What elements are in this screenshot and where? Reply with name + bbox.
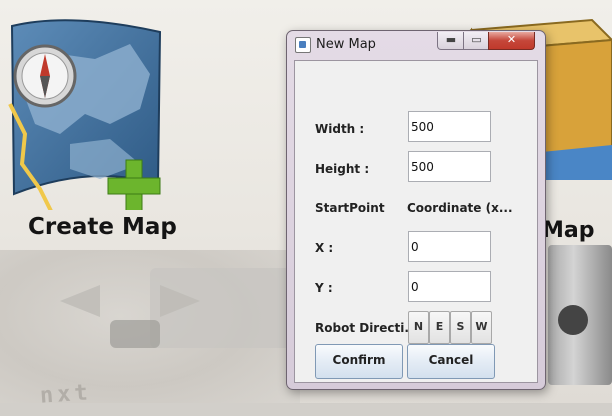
direction-west-button[interactable]: W: [471, 311, 492, 344]
minimize-button[interactable]: ▬: [437, 32, 465, 50]
height-label: Height :: [315, 162, 370, 176]
robot-icon: [548, 245, 612, 385]
y-label: Y :: [315, 281, 333, 295]
close-button[interactable]: ✕: [488, 32, 535, 50]
nxt-enter-button: [110, 320, 160, 348]
load-map-label[interactable]: Map: [542, 218, 595, 243]
width-label: Width :: [315, 122, 365, 136]
confirm-button[interactable]: Confirm: [315, 344, 403, 379]
cancel-button[interactable]: Cancel: [407, 344, 495, 379]
coordinate-label: Coordinate (x...: [407, 201, 513, 215]
dialog-content: Width : Height : StartPoint Coordinate (…: [294, 60, 538, 383]
maximize-button[interactable]: ▭: [463, 32, 490, 50]
startpoint-label: StartPoint: [315, 201, 385, 215]
height-field[interactable]: [408, 151, 491, 182]
x-field[interactable]: [408, 231, 491, 262]
direction-north-button[interactable]: N: [408, 311, 429, 344]
nxt-right-arrow: [160, 285, 200, 317]
y-field[interactable]: [408, 271, 491, 302]
nxt-left-arrow: [60, 285, 100, 317]
dialog-titlebar[interactable]: New Map ▬ ▭ ✕: [287, 31, 545, 57]
width-field[interactable]: [408, 111, 491, 142]
x-label: X :: [315, 241, 334, 255]
create-map-label[interactable]: Create Map: [28, 214, 177, 240]
create-map-icon[interactable]: [0, 14, 170, 210]
direction-east-button[interactable]: E: [429, 311, 450, 344]
direction-south-button[interactable]: S: [450, 311, 471, 344]
dialog-title: New Map: [316, 37, 376, 52]
bottom-strip: [0, 403, 612, 416]
new-map-dialog: New Map ▬ ▭ ✕ Width : Height : StartPoin…: [286, 30, 546, 390]
robot-direction-label: Robot Directi...: [315, 321, 419, 335]
java-app-icon: [295, 37, 311, 53]
